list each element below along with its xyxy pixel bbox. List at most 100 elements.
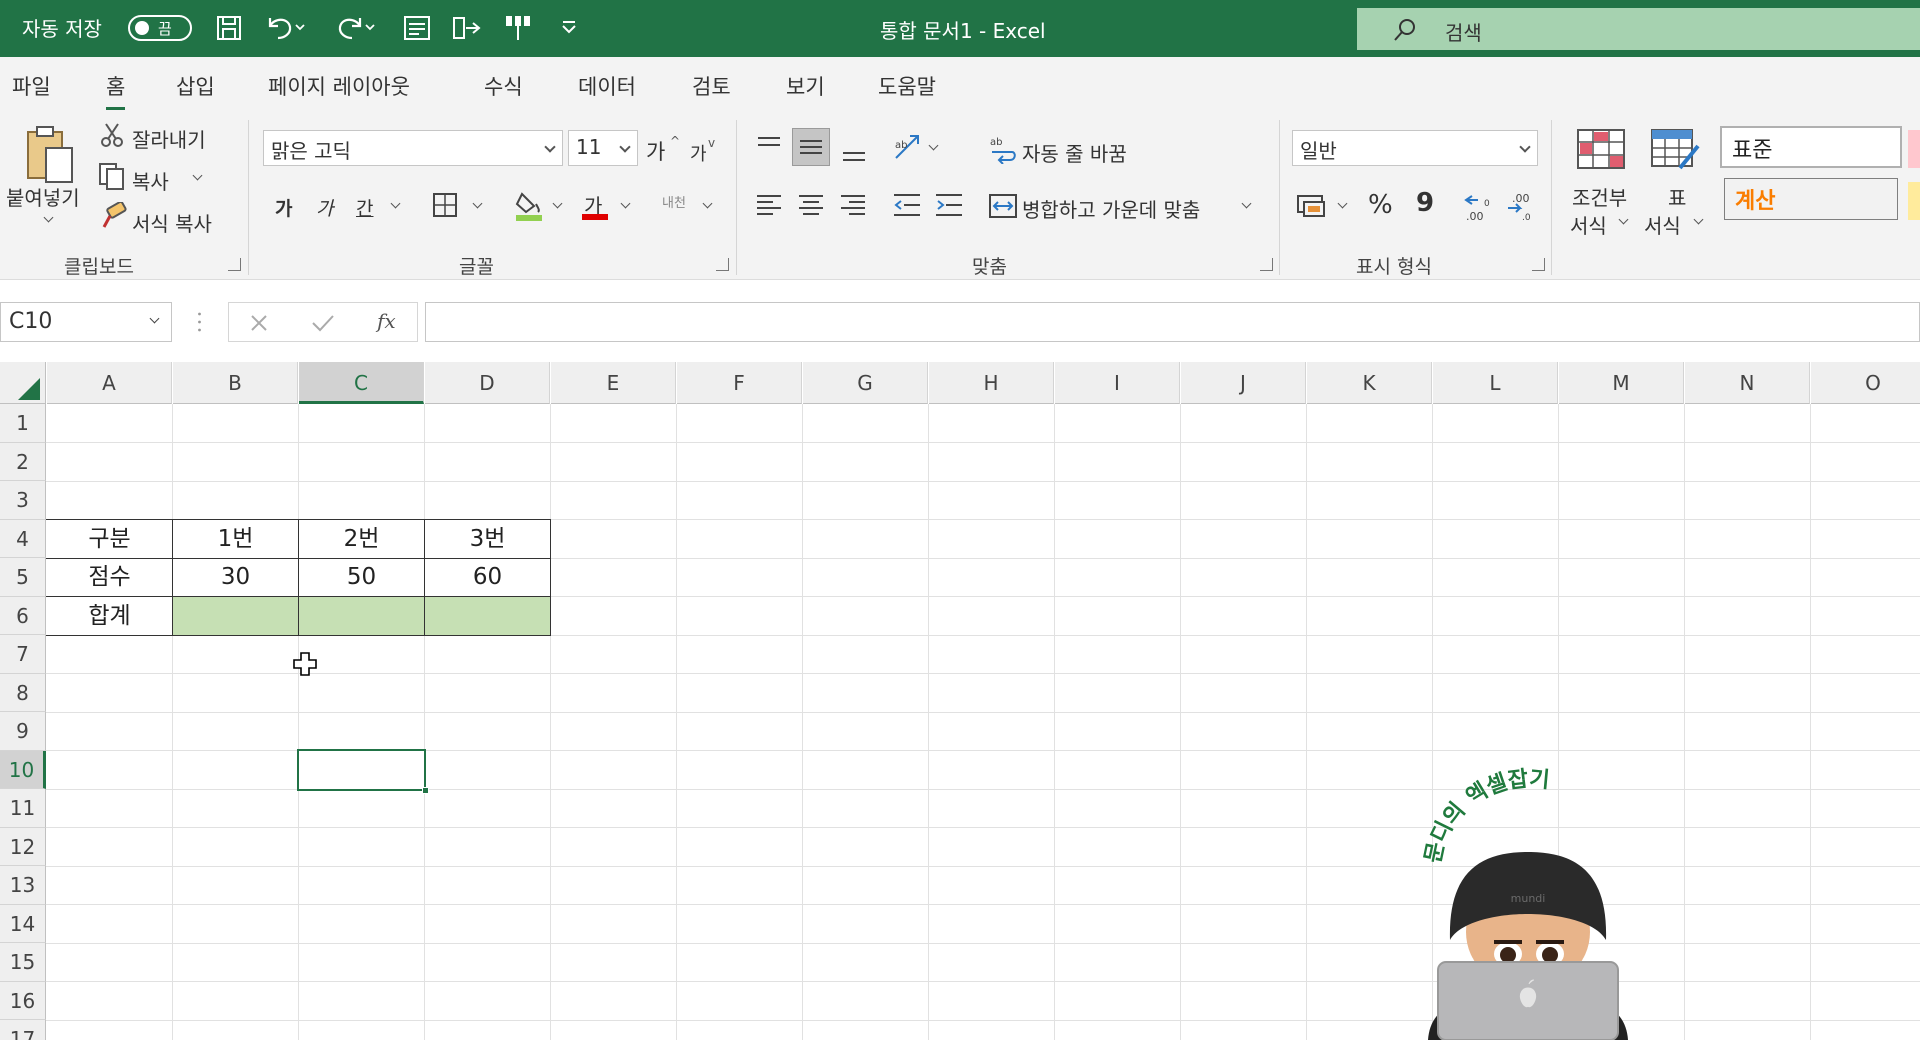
number-format-combo[interactable]: 일반 [1292, 130, 1538, 166]
format-as-table-line2[interactable]: 서식 [1644, 210, 1681, 239]
font-color-dropdown-icon[interactable] [620, 198, 631, 209]
grow-font-button[interactable]: 가 [646, 136, 665, 166]
sort-filter-icon[interactable] [451, 14, 483, 42]
row-header[interactable]: 6 [0, 597, 46, 635]
wrap-text-button[interactable]: 자동 줄 바꿈 [1022, 138, 1127, 167]
column-header[interactable]: O [1811, 362, 1920, 404]
style-bad-partial[interactable] [1908, 130, 1920, 168]
bold-button[interactable]: 가 [275, 194, 292, 221]
cell-d5[interactable]: 60 [425, 558, 550, 597]
tab-home[interactable]: 홈 [106, 71, 126, 110]
increase-indent-icon[interactable] [934, 192, 964, 218]
paste-icon[interactable] [24, 124, 76, 188]
format-painter-icon[interactable] [100, 202, 128, 230]
increase-decimal-icon[interactable]: .00 0 [1462, 190, 1494, 222]
row-header[interactable]: 9 [0, 712, 46, 751]
worksheet-grid[interactable]: A B C D E F G H I J K L M N O 1 2 3 4 5 … [0, 362, 1920, 1040]
align-bottom-icon[interactable] [840, 140, 868, 164]
row-header[interactable]: 8 [0, 674, 46, 712]
active-cell-selection[interactable] [297, 749, 429, 794]
align-top-icon[interactable] [755, 134, 783, 158]
borders-icon[interactable] [432, 192, 458, 218]
merge-center-icon[interactable] [988, 192, 1018, 220]
undo-icon[interactable] [264, 12, 306, 42]
row-header[interactable]: 7 [0, 635, 46, 674]
column-header[interactable]: G [803, 362, 928, 404]
cell-a6[interactable]: 합계 [47, 597, 172, 635]
column-header[interactable]: B [173, 362, 298, 404]
column-header[interactable]: L [1433, 362, 1558, 404]
formula-bar-splitter[interactable] [198, 310, 201, 334]
decrease-indent-icon[interactable] [892, 192, 922, 218]
row-header[interactable]: 15 [0, 943, 46, 982]
format-as-table-line1[interactable]: 표 [1668, 182, 1686, 211]
phonetic-dropdown-icon[interactable] [702, 198, 713, 209]
format-as-table-icon[interactable] [1650, 128, 1702, 174]
column-header[interactable]: E [551, 362, 676, 404]
cell-d4[interactable]: 3번 [425, 520, 550, 558]
column-header[interactable]: F [677, 362, 802, 404]
fill-color-icon[interactable] [514, 190, 544, 222]
tab-file[interactable]: 파일 [12, 71, 51, 101]
number-launcher-icon[interactable] [1532, 258, 1545, 271]
orientation-dropdown-icon[interactable] [928, 140, 939, 151]
row-header[interactable]: 4 [0, 520, 46, 558]
row-header[interactable]: 2 [0, 443, 46, 481]
format-painter-label[interactable]: 서식 복사 [132, 208, 212, 237]
font-color-button[interactable]: 가 [580, 190, 612, 222]
align-center-icon[interactable] [797, 192, 825, 218]
style-neutral-partial[interactable] [1908, 182, 1920, 220]
align-middle-button[interactable] [792, 128, 830, 166]
row-header[interactable]: 11 [0, 789, 46, 828]
percent-button[interactable]: % [1368, 190, 1393, 220]
paste-label[interactable]: 붙여넣기 [6, 182, 80, 211]
scissors-icon[interactable] [100, 122, 124, 148]
cut-label[interactable]: 잘라내기 [132, 124, 206, 153]
copy-label[interactable]: 복사 [132, 166, 169, 195]
tab-page-layout[interactable]: 페이지 레이아웃 [268, 71, 410, 101]
wrap-text-icon[interactable]: ab [988, 134, 1018, 164]
column-header[interactable]: J [1181, 362, 1306, 404]
fill-handle[interactable] [422, 787, 429, 794]
underline-dropdown-icon[interactable] [390, 198, 401, 209]
row-header[interactable]: 3 [0, 481, 46, 520]
column-header[interactable]: A [47, 362, 172, 404]
row-header[interactable]: 12 [0, 828, 46, 866]
column-header[interactable]: I [1055, 362, 1180, 404]
italic-button[interactable]: 가 [316, 194, 333, 221]
cell-d6[interactable] [425, 597, 550, 635]
redo-icon[interactable] [334, 12, 376, 42]
clipboard-launcher-icon[interactable] [228, 258, 241, 271]
underline-button[interactable]: 간 [356, 194, 373, 221]
decrease-decimal-icon[interactable]: .00 .0 [1504, 190, 1536, 222]
align-left-icon[interactable] [755, 192, 783, 218]
conditional-formatting-line2[interactable]: 서식 [1570, 210, 1607, 239]
table-dropdown-icon[interactable] [1693, 214, 1704, 225]
cell-b6[interactable] [173, 597, 298, 635]
column-header[interactable]: D [425, 362, 550, 404]
shrink-font-button[interactable]: 가 [690, 140, 707, 166]
column-header[interactable]: M [1559, 362, 1684, 404]
tab-formulas[interactable]: 수식 [484, 71, 523, 101]
column-header[interactable]: N [1685, 362, 1810, 404]
row-header[interactable]: 13 [0, 866, 46, 905]
paste-dropdown-icon[interactable] [43, 212, 54, 223]
form-icon[interactable] [403, 14, 431, 42]
tab-review[interactable]: 검토 [692, 71, 731, 101]
align-right-icon[interactable] [839, 192, 867, 218]
customize-qat-icon[interactable] [560, 20, 578, 34]
row-header-selected[interactable]: 10 [0, 751, 46, 789]
tab-view[interactable]: 보기 [786, 71, 825, 101]
merge-dropdown-icon[interactable] [1241, 198, 1252, 209]
column-header[interactable]: H [929, 362, 1054, 404]
cell-c6[interactable] [299, 597, 424, 635]
autosave-toggle[interactable]: 끔 [128, 15, 192, 41]
copy-icon[interactable] [98, 162, 126, 190]
row-header[interactable]: 5 [0, 558, 46, 597]
row-header[interactable]: 1 [0, 404, 46, 443]
search-box[interactable]: 검색 [1357, 8, 1920, 50]
font-size-combo[interactable]: 11 [568, 130, 638, 166]
save-icon[interactable] [215, 14, 243, 42]
merge-center-button[interactable]: 병합하고 가운데 맞춤 [1022, 194, 1200, 223]
row-header[interactable]: 17 [0, 1020, 46, 1040]
